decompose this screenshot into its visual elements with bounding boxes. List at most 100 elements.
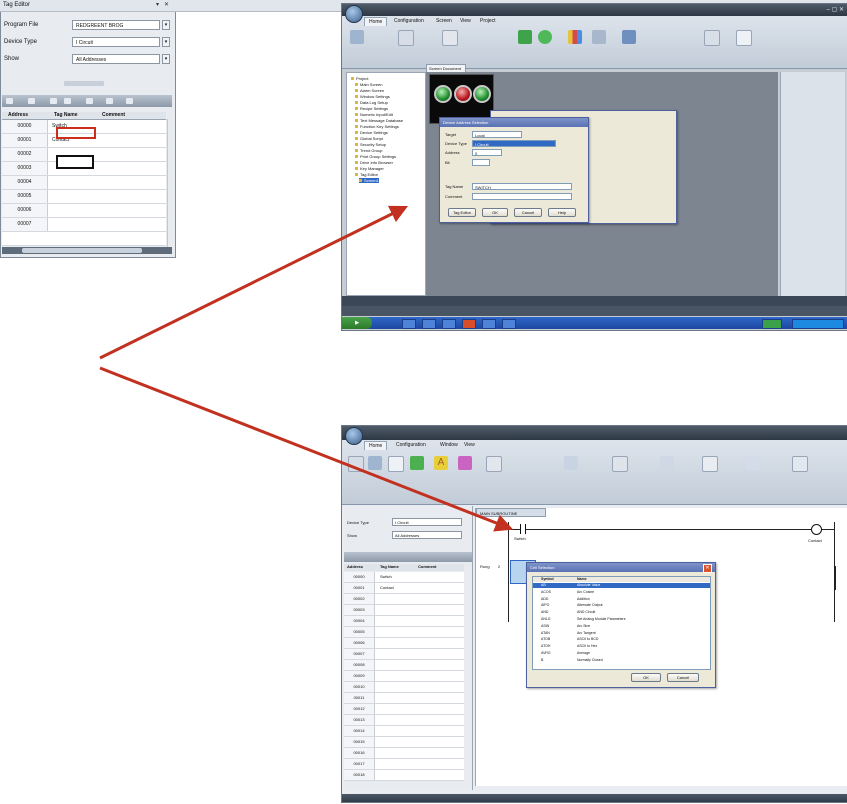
taskbar-item[interactable] bbox=[462, 319, 476, 329]
tag-name-input[interactable]: SWITCH bbox=[472, 183, 572, 190]
arrange-icon[interactable] bbox=[622, 30, 636, 44]
tab-home[interactable]: Home bbox=[364, 441, 388, 450]
delete-tag-icon[interactable] bbox=[28, 98, 35, 104]
show-select[interactable]: All Addresses bbox=[72, 54, 160, 64]
tag-editor-button[interactable]: Tag Editor bbox=[448, 208, 476, 217]
tab-home[interactable]: Home bbox=[364, 17, 388, 26]
screen-properties-icon[interactable] bbox=[442, 30, 458, 46]
tree-item[interactable]: Trend Group bbox=[355, 148, 383, 153]
tab-configuration[interactable]: Configuration bbox=[392, 441, 430, 449]
table-row[interactable]: 00000 Switch bbox=[344, 572, 464, 583]
table-row[interactable]: 00008 bbox=[344, 660, 464, 671]
list-item[interactable]: ATOB ASCII to BCD bbox=[533, 637, 710, 642]
list-item[interactable]: AB Absolute Value bbox=[533, 583, 710, 588]
column-address[interactable]: Address bbox=[347, 564, 363, 569]
table-row[interactable]: 00010 bbox=[344, 682, 464, 693]
tab-configuration[interactable]: Configuration bbox=[390, 17, 428, 25]
help-button[interactable]: Help bbox=[548, 208, 576, 217]
tag-name-cell[interactable] bbox=[52, 177, 92, 188]
edit-cell-cursor[interactable] bbox=[56, 155, 94, 169]
table-row[interactable]: 00016 bbox=[344, 748, 464, 759]
table-row[interactable]: 00018 bbox=[344, 770, 464, 781]
find-icon[interactable] bbox=[612, 456, 628, 472]
contact-coil[interactable] bbox=[811, 524, 822, 535]
chevron-down-icon[interactable]: ▾ bbox=[162, 20, 170, 30]
column-symbol[interactable]: Symbol bbox=[541, 577, 554, 582]
tree-item[interactable]: Main Screen bbox=[355, 82, 382, 87]
tree-item[interactable]: Function Key Settings bbox=[355, 124, 399, 129]
tree-item[interactable]: Text Message Database bbox=[355, 118, 403, 123]
object-green-icon[interactable] bbox=[518, 30, 532, 44]
tree-item[interactable]: Project bbox=[351, 76, 368, 81]
table-row[interactable]: 00005 bbox=[344, 627, 464, 638]
tab-view[interactable]: View bbox=[460, 441, 479, 449]
chart-icon[interactable] bbox=[568, 30, 582, 44]
paste-icon[interactable] bbox=[64, 98, 71, 104]
program-file-select[interactable]: REDGREENT BROG bbox=[72, 20, 160, 30]
table-row[interactable]: 00006 bbox=[2, 204, 166, 218]
start-button[interactable]: ▶ bbox=[342, 317, 372, 329]
tag-name-cell[interactable] bbox=[52, 205, 92, 216]
table-row[interactable]: 00005 bbox=[2, 190, 166, 204]
paste-icon[interactable] bbox=[398, 30, 414, 46]
jump-icon[interactable] bbox=[702, 456, 718, 472]
chevron-down-icon[interactable]: ▾ bbox=[162, 54, 170, 64]
comment-input[interactable] bbox=[472, 193, 572, 200]
tag-name-cell[interactable]: Contact bbox=[380, 583, 394, 593]
tree-item[interactable]: Alarm Screen bbox=[355, 88, 384, 93]
tree-item[interactable]: Window Settings bbox=[355, 94, 390, 99]
tree-item[interactable]: Drive Info Browser bbox=[355, 160, 393, 165]
table-row[interactable]: 00006 bbox=[344, 638, 464, 649]
table-row[interactable]: 00003 bbox=[344, 605, 464, 616]
device-type-select[interactable]: I Circuit bbox=[472, 140, 556, 147]
red-lamp-icon[interactable] bbox=[454, 85, 472, 103]
table-row[interactable]: 00015 bbox=[344, 737, 464, 748]
tag-name-cell[interactable] bbox=[52, 219, 92, 230]
scrollbar-thumb[interactable] bbox=[22, 248, 142, 253]
list-item[interactable]: ATAN Arc Tangent bbox=[533, 631, 710, 636]
table-row[interactable]: 00004 bbox=[2, 176, 166, 190]
export-icon[interactable] bbox=[106, 98, 113, 104]
column-address[interactable]: Address bbox=[8, 112, 28, 118]
column-tag-name[interactable]: Tag Name bbox=[380, 564, 399, 569]
list-item[interactable]: AND AND Circuit bbox=[533, 610, 710, 615]
cancel-button[interactable]: Cancel bbox=[667, 673, 699, 682]
list-item[interactable]: ATOH ASCII to Hex bbox=[533, 644, 710, 649]
expander-handle[interactable] bbox=[64, 81, 104, 86]
tree-item[interactable]: Security Setup bbox=[355, 142, 386, 147]
tree-item[interactable]: Data Log Setup bbox=[355, 100, 388, 105]
green-lamp-icon[interactable] bbox=[473, 85, 491, 103]
device-type-select[interactable]: I Circuit bbox=[72, 37, 160, 47]
paste-icon[interactable] bbox=[348, 456, 364, 472]
table-row[interactable]: 00007 bbox=[344, 649, 464, 660]
close-icon[interactable]: ✕ bbox=[703, 564, 712, 573]
table-row[interactable]: 00004 bbox=[344, 616, 464, 627]
table-row[interactable]: 00011 bbox=[344, 693, 464, 704]
tree-item[interactable]: Recipe Settings bbox=[355, 106, 388, 111]
text-a-icon[interactable]: A bbox=[434, 456, 448, 470]
cancel-button[interactable]: Cancel bbox=[514, 208, 542, 217]
list-item[interactable]: B Normally Closed bbox=[533, 658, 710, 663]
table-row[interactable]: 00007 bbox=[2, 218, 166, 232]
new-tag-icon[interactable] bbox=[6, 98, 13, 104]
table-row[interactable]: 00012 bbox=[344, 704, 464, 715]
tree-item-selected[interactable]: Screen1 bbox=[359, 178, 379, 183]
list-item[interactable]: ADD Addition bbox=[533, 597, 710, 602]
show-select[interactable]: All Addresses bbox=[392, 531, 462, 539]
switch-contact[interactable] bbox=[520, 524, 526, 534]
cut-icon[interactable] bbox=[350, 30, 364, 44]
taskbar-item[interactable] bbox=[442, 319, 456, 329]
chevron-down-icon[interactable]: ▾ bbox=[162, 37, 170, 47]
list-item[interactable]: ANLG Set Analog Module Parameters bbox=[533, 617, 710, 622]
taskbar-item[interactable] bbox=[422, 319, 436, 329]
cut-icon[interactable] bbox=[368, 456, 382, 470]
import-icon[interactable] bbox=[86, 98, 93, 104]
magenta-tool-icon[interactable] bbox=[458, 456, 472, 470]
tree-item[interactable]: Key Manager bbox=[355, 166, 384, 171]
convert-icon[interactable] bbox=[660, 456, 674, 470]
monitor-icon[interactable] bbox=[746, 456, 760, 470]
tree-item[interactable]: Device Settings bbox=[355, 130, 388, 135]
align-icon[interactable] bbox=[704, 30, 720, 46]
vertical-scrollbar[interactable] bbox=[167, 119, 174, 247]
bit-input[interactable] bbox=[472, 159, 490, 166]
